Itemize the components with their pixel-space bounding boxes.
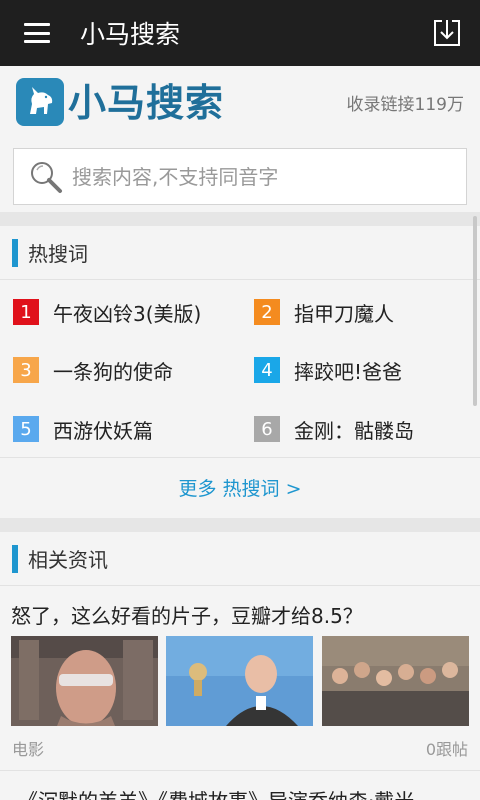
- rank-badge: 5: [13, 416, 39, 442]
- hot-item-3[interactable]: 3 一条狗的使命: [13, 350, 173, 390]
- rank-badge: 1: [13, 299, 39, 325]
- rank-badge: 2: [254, 299, 280, 325]
- rank-badge: 4: [254, 357, 280, 383]
- section-divider: [0, 212, 480, 226]
- hot-keyword: 西游伏妖篇: [53, 418, 153, 443]
- index-count: 收录链接119万: [346, 95, 464, 115]
- hot-search-grid: 1 午夜凶铃3(美版) 2 指甲刀魔人 3 一条狗的使命 4 摔跤吧!爸爸 5 …: [0, 280, 480, 457]
- section-accent-bar: [12, 544, 18, 573]
- hot-item-1[interactable]: 1 午夜凶铃3(美版): [13, 292, 201, 332]
- news-thumbnails: [0, 636, 480, 726]
- hot-keyword: 指甲刀魔人: [294, 301, 394, 326]
- news-thumbnail-image: [11, 636, 158, 726]
- brand-logo-text: 小马搜索: [68, 81, 225, 125]
- top-app-bar: 小马搜索: [0, 0, 480, 66]
- hot-keyword: 摔跤吧!爸爸: [294, 359, 403, 384]
- rank-badge: 6: [254, 416, 280, 442]
- news-article[interactable]: 怒了，这么好看的片子，豆瓣才给8.5？ 电影 0跟帖: [0, 586, 480, 770]
- news-meta: 电影 0跟帖: [0, 726, 480, 770]
- hamburger-menu-icon: [24, 23, 50, 43]
- hot-item-5[interactable]: 5 西游伏妖篇: [13, 409, 153, 449]
- search-bar[interactable]: [13, 148, 467, 205]
- news-header: 相关资讯: [0, 532, 480, 586]
- download-button[interactable]: [414, 0, 480, 66]
- hot-keyword: 一条狗的使命: [53, 359, 173, 384]
- rank-badge: 3: [13, 357, 39, 383]
- news-reply-count: 0跟帖: [425, 740, 468, 759]
- section-accent-bar: [12, 238, 18, 267]
- news-section-title: 相关资讯: [28, 548, 108, 572]
- news-card: 相关资讯 怒了，这么好看的片子，豆瓣才给8.5？ 电影 0跟帖: [0, 532, 480, 800]
- magnifier-icon: [20, 148, 72, 205]
- more-hot-searches-link[interactable]: 更多 热搜词 >: [0, 457, 480, 517]
- section-divider: [0, 518, 480, 532]
- news-article-title: 怒了，这么好看的片子，豆瓣才给8.5？: [11, 604, 363, 628]
- scrollbar[interactable]: [473, 216, 477, 406]
- hot-search-title: 热搜词: [28, 242, 88, 266]
- hot-item-4[interactable]: 4 摔跤吧!爸爸: [254, 350, 402, 390]
- hot-search-card: 热搜词 1 午夜凶铃3(美版) 2 指甲刀魔人 3 一条狗的使命 4 摔跤吧!爸…: [0, 226, 480, 518]
- app-title: 小马搜索: [80, 20, 181, 49]
- news-article-title[interactable]: 《沉默的羔羊》《费城故事》导演乔纳森·戴米: [0, 770, 480, 800]
- hot-keyword: 午夜凶铃3(美版): [53, 301, 202, 326]
- news-thumbnail-image: [322, 636, 469, 726]
- hot-item-2[interactable]: 2 指甲刀魔人: [254, 292, 394, 332]
- search-header: 小马搜索 收录链接119万: [0, 66, 480, 212]
- hot-item-6[interactable]: 6 金刚：骷髅岛: [254, 409, 414, 449]
- hot-keyword: 金刚：骷髅岛: [294, 418, 414, 443]
- unicorn-logo-icon: [16, 78, 64, 126]
- hot-search-header: 热搜词: [0, 226, 480, 280]
- download-icon: [434, 19, 460, 46]
- menu-button[interactable]: [0, 0, 74, 66]
- search-input[interactable]: [72, 149, 466, 204]
- news-thumbnail-image: [166, 636, 313, 726]
- news-category: 电影: [12, 740, 45, 759]
